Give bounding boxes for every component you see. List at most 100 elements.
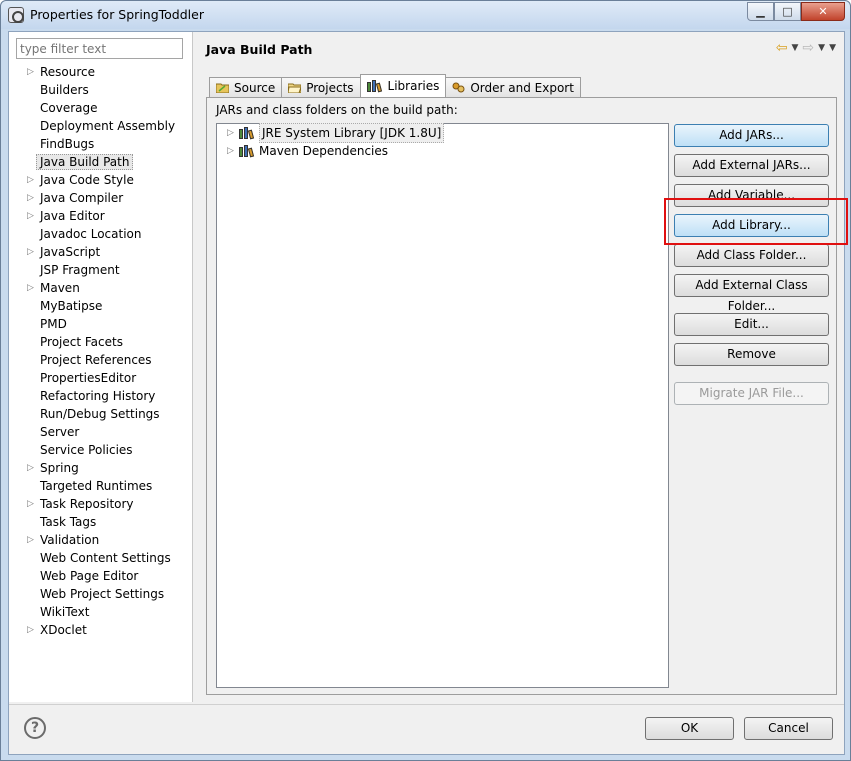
- sidebar-item[interactable]: Project Facets: [9, 333, 193, 351]
- tab-order-export[interactable]: Order and Export: [445, 77, 581, 97]
- sidebar-item[interactable]: Builders: [9, 81, 193, 99]
- sidebar-item-label: Maven: [40, 281, 80, 295]
- sidebar-item[interactable]: PropertiesEditor: [9, 369, 193, 387]
- expand-arrow-icon[interactable]: ▷: [27, 279, 37, 297]
- eclipse-app-icon: [8, 7, 24, 23]
- sidebar-item[interactable]: JSP Fragment: [9, 261, 193, 279]
- tree-item-maven-dependencies[interactable]: ▷ Maven Dependencies: [217, 142, 668, 160]
- sidebar-item[interactable]: ▷ Task Repository: [9, 495, 193, 513]
- sidebar-item-label: MyBatipse: [40, 299, 103, 313]
- tab-source[interactable]: Source: [209, 77, 283, 97]
- add-class-folder-button[interactable]: Add Class Folder...: [674, 244, 829, 267]
- sidebar-item-label: FindBugs: [40, 137, 95, 151]
- forward-arrow-icon[interactable]: ⇨: [802, 40, 814, 56]
- minimize-button[interactable]: ▁: [747, 2, 774, 21]
- expand-arrow-icon[interactable]: ▷: [27, 189, 37, 207]
- sidebar-item[interactable]: ▷ Resource: [9, 63, 193, 81]
- properties-window: Properties for SpringToddler ▁ □ ✕ ▷Reso…: [0, 0, 851, 761]
- sidebar-item[interactable]: Project References: [9, 351, 193, 369]
- sidebar-item[interactable]: Web Content Settings: [9, 549, 193, 567]
- expand-arrow-icon[interactable]: ▷: [27, 531, 37, 549]
- sidebar-item-label: Service Policies: [40, 443, 133, 457]
- add-jars-button[interactable]: Add JARs...: [674, 124, 829, 147]
- sidebar-item[interactable]: Deployment Assembly: [9, 117, 193, 135]
- sidebar-item-label: Web Project Settings: [40, 587, 165, 601]
- expand-arrow-icon[interactable]: ▷: [27, 495, 37, 513]
- sidebar-item[interactable]: ▷ Maven: [9, 279, 193, 297]
- library-icon: [239, 127, 255, 140]
- sidebar-item[interactable]: FindBugs: [9, 135, 193, 153]
- sidebar-item[interactable]: Server: [9, 423, 193, 441]
- view-menu-icon[interactable]: ▼: [829, 43, 836, 53]
- sidebar-item-label: Server: [40, 425, 80, 439]
- window-title: Properties for SpringToddler: [30, 7, 204, 22]
- title-bar[interactable]: Properties for SpringToddler ▁ □ ✕: [1, 1, 850, 29]
- help-icon[interactable]: ?: [24, 717, 46, 739]
- sidebar-item[interactable]: ▷ Java Compiler: [9, 189, 193, 207]
- back-dropdown-icon[interactable]: ▼: [792, 43, 799, 53]
- dialog-footer: ? OK Cancel: [9, 704, 844, 754]
- sidebar-item[interactable]: PMD: [9, 315, 193, 333]
- sidebar-item-label: Refactoring History: [40, 389, 156, 403]
- sidebar-item[interactable]: Task Tags: [9, 513, 193, 531]
- page-tree: ▷ Resource Builders Coverage Deployment Asse…: [9, 63, 193, 639]
- sidebar-item[interactable]: Targeted Runtimes: [9, 477, 193, 495]
- cancel-button[interactable]: Cancel: [744, 717, 833, 740]
- sidebar-item-label: Validation: [40, 533, 100, 547]
- sidebar-item[interactable]: ▷ JavaScript: [9, 243, 193, 261]
- property-page-nav: ▷ResourceBuildersCoverage Deployment Asse…: [9, 32, 193, 702]
- sidebar-item[interactable]: Javadoc Location: [9, 225, 193, 243]
- sidebar-item-label: Spring: [40, 461, 79, 475]
- back-arrow-icon[interactable]: ⇦: [776, 40, 788, 56]
- maximize-button[interactable]: □: [774, 2, 801, 21]
- sidebar-item[interactable]: WikiText: [9, 603, 193, 621]
- tab-projects[interactable]: Projects: [281, 77, 361, 97]
- expand-arrow-icon[interactable]: ▷: [227, 142, 234, 160]
- edit-button[interactable]: Edit...: [674, 313, 829, 336]
- expand-arrow-icon[interactable]: ▷: [27, 621, 37, 639]
- add-external-class-folder-button[interactable]: Add External Class Folder...: [674, 274, 829, 313]
- add-external-jars-button[interactable]: Add External JARs...: [674, 154, 829, 177]
- sidebar-item-label: Deployment Assembly: [40, 119, 176, 133]
- expand-arrow-icon[interactable]: ▷: [27, 63, 37, 81]
- sidebar-item[interactable]: Coverage: [9, 99, 193, 117]
- sidebar-item-label: Project References: [40, 353, 152, 367]
- sidebar-item[interactable]: ▷ Spring: [9, 459, 193, 477]
- add-library-button[interactable]: Add Library...: [674, 214, 829, 237]
- forward-dropdown-icon[interactable]: ▼: [818, 43, 825, 53]
- library-icon: [366, 80, 383, 93]
- sidebar-item-label: Java Editor: [40, 209, 105, 223]
- sidebar-item-label: Web Page Editor: [40, 569, 139, 583]
- expand-arrow-icon[interactable]: ▷: [227, 124, 234, 142]
- add-variable-button[interactable]: Add Variable...: [674, 184, 829, 207]
- sidebar-item-label: PropertiesEditor: [40, 371, 137, 385]
- sidebar-item[interactable]: ▷ XDoclet: [9, 621, 193, 639]
- libraries-tree[interactable]: ▷ JRE System Library [JDK 1.8U] ▷ Maven …: [216, 123, 669, 688]
- sidebar-item[interactable]: Web Page Editor: [9, 567, 193, 585]
- sidebar-item[interactable]: Web Project Settings: [9, 585, 193, 603]
- sidebar-item[interactable]: MyBatipse: [9, 297, 193, 315]
- sidebar-item[interactable]: ▷ Java Code Style: [9, 171, 193, 189]
- expand-arrow-icon[interactable]: ▷: [27, 171, 37, 189]
- tree-item-jre-library[interactable]: ▷ JRE System Library [JDK 1.8U]: [217, 123, 668, 143]
- remove-button[interactable]: Remove: [674, 343, 829, 366]
- expand-arrow-icon[interactable]: ▷: [27, 243, 37, 261]
- sidebar-item[interactable]: Refactoring History: [9, 387, 193, 405]
- expand-arrow-icon[interactable]: ▷: [27, 459, 37, 477]
- close-button[interactable]: ✕: [801, 2, 845, 21]
- sidebar-item[interactable]: Java Build Path: [9, 153, 193, 171]
- sidebar-item[interactable]: Service Policies: [9, 441, 193, 459]
- tab-order-export-label: Order and Export: [470, 80, 574, 95]
- sidebar-item[interactable]: ▷ Java Editor: [9, 207, 193, 225]
- sidebar-item-label: Targeted Runtimes: [40, 479, 153, 493]
- sidebar-item[interactable]: ▷ Validation: [9, 531, 193, 549]
- sidebar-item-label: WikiText: [40, 605, 90, 619]
- sidebar-item[interactable]: Run/Debug Settings: [9, 405, 193, 423]
- ok-button[interactable]: OK: [645, 717, 734, 740]
- filter-input[interactable]: [16, 38, 183, 59]
- build-path-tabs: Source Projects Libraries Order and Expo…: [209, 74, 581, 97]
- sidebar-item-label: Web Content Settings: [40, 551, 171, 565]
- tab-libraries[interactable]: Libraries: [359, 74, 447, 97]
- sidebar-item-label: Project Facets: [40, 335, 123, 349]
- expand-arrow-icon[interactable]: ▷: [27, 207, 37, 225]
